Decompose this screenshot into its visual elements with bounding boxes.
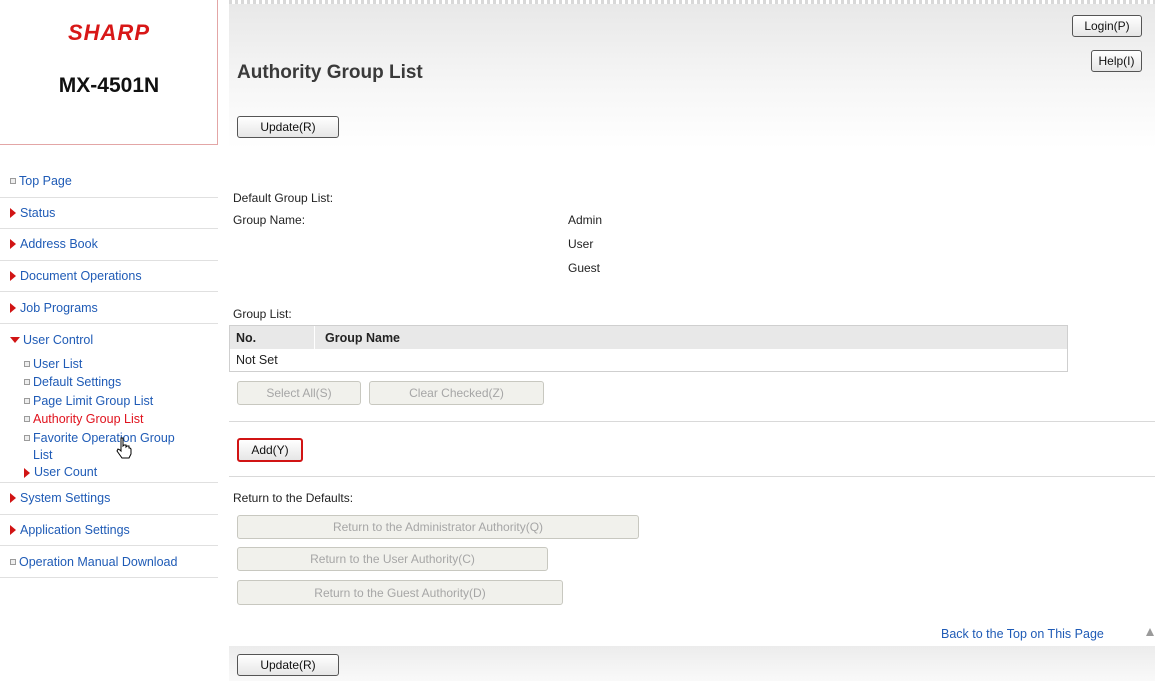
nav-favorite-operation-group-list[interactable]: Favorite Operation Group List [0, 430, 218, 464]
nav-status[interactable]: Status [0, 197, 218, 230]
red-triangle-icon [10, 207, 16, 218]
sidebar-nav: Top Page Status Address Book Document Op… [0, 166, 218, 578]
red-triangle-down-icon [10, 336, 20, 343]
group-list-table: No. Group Name Not Set [229, 325, 1068, 372]
nav-label: Address Book [20, 237, 98, 252]
group-name-label: Group Name: [233, 213, 306, 227]
nav-label: User List [33, 356, 83, 371]
nav-authority-group-list[interactable]: Authority Group List [0, 411, 218, 430]
nav-user-control[interactable]: User Control [0, 323, 218, 356]
clear-checked-button[interactable]: Clear Checked(Z) [369, 381, 544, 405]
nav-label: Document Operations [20, 269, 142, 284]
nav-label: System Settings [20, 491, 111, 506]
square-bullet-icon [24, 379, 30, 386]
nav-user-count[interactable]: User Count [0, 464, 218, 483]
default-group-guest: Guest [568, 261, 601, 275]
nav-label: Top Page [19, 174, 72, 189]
footer-bar [229, 646, 1155, 681]
update-button-bottom[interactable]: Update(R) [237, 654, 339, 676]
nav-page-limit-group-list[interactable]: Page Limit Group List [0, 393, 218, 412]
red-triangle-icon [10, 524, 16, 535]
nav-job-programs[interactable]: Job Programs [0, 292, 218, 324]
nav-label: Default Settings [33, 375, 122, 390]
brand-panel: SHARP MX-4501N [0, 0, 218, 145]
col-no-header: No. [230, 326, 315, 349]
sharp-logo: SHARP [67, 20, 150, 45]
up-arrow-icon [1146, 628, 1154, 636]
col-group-name-header: Group Name [325, 330, 401, 345]
default-group-user: User [568, 237, 594, 251]
red-triangle-icon [24, 467, 30, 478]
red-triangle-icon [10, 302, 16, 313]
nav-user-list[interactable]: User List [0, 356, 218, 375]
help-button[interactable]: Help(I) [1091, 50, 1142, 72]
page-title: Authority Group List [237, 62, 423, 83]
default-group-admin: Admin [568, 213, 603, 227]
default-group-list-label: Default Group List: [233, 191, 334, 205]
square-bullet-icon [24, 397, 30, 404]
nav-label: Job Programs [20, 300, 98, 315]
add-button[interactable]: Add(Y) [237, 438, 303, 462]
return-defaults-label: Return to the Defaults: [233, 491, 354, 505]
model-name: MX-4501N [58, 74, 160, 97]
section-divider [229, 476, 1155, 477]
section-divider [229, 421, 1155, 422]
back-to-top-link[interactable]: Back to the Top on This Page [941, 627, 1104, 641]
nav-label: User Control [23, 332, 94, 347]
return-guest-authority-button[interactable]: Return to the Guest Authority(D) [237, 580, 563, 605]
hand-pointer-cursor-icon [116, 437, 132, 459]
update-button-top[interactable]: Update(R) [237, 116, 339, 138]
nav-address-book[interactable]: Address Book [0, 229, 218, 261]
nav-application-settings[interactable]: Application Settings [0, 514, 218, 547]
table-header: No. Group Name [230, 326, 1067, 349]
group-list-label: Group List: [233, 307, 292, 321]
square-bullet-icon [10, 558, 16, 565]
square-bullet-icon [24, 360, 30, 367]
nav-label: User Count [34, 464, 98, 479]
nav-label: Favorite Operation Group List [33, 430, 175, 462]
nav-top-page[interactable]: Top Page [0, 166, 218, 198]
login-button[interactable]: Login(P) [1072, 15, 1142, 37]
return-user-authority-button[interactable]: Return to the User Authority(C) [237, 547, 548, 571]
select-all-button[interactable]: Select All(S) [237, 381, 361, 405]
table-row: Not Set [236, 353, 278, 367]
square-bullet-icon [24, 416, 30, 423]
nav-default-settings[interactable]: Default Settings [0, 374, 218, 393]
nav-operation-manual-download[interactable]: Operation Manual Download [0, 546, 218, 578]
nav-label: Authority Group List [33, 412, 144, 427]
return-admin-authority-button[interactable]: Return to the Administrator Authority(Q) [237, 515, 639, 539]
nav-label: Operation Manual Download [19, 554, 178, 569]
nav-document-operations[interactable]: Document Operations [0, 260, 218, 293]
nav-label: Status [20, 205, 56, 220]
red-triangle-icon [10, 493, 16, 504]
nav-label: Page Limit Group List [33, 393, 154, 408]
nav-label: Application Settings [20, 522, 130, 537]
square-bullet-icon [10, 178, 16, 185]
square-bullet-icon [24, 434, 30, 441]
red-triangle-icon [10, 239, 16, 250]
red-triangle-icon [10, 271, 16, 282]
user-control-submenu: User List Default Settings Page Limit Gr… [0, 356, 218, 484]
nav-system-settings[interactable]: System Settings [0, 483, 218, 515]
